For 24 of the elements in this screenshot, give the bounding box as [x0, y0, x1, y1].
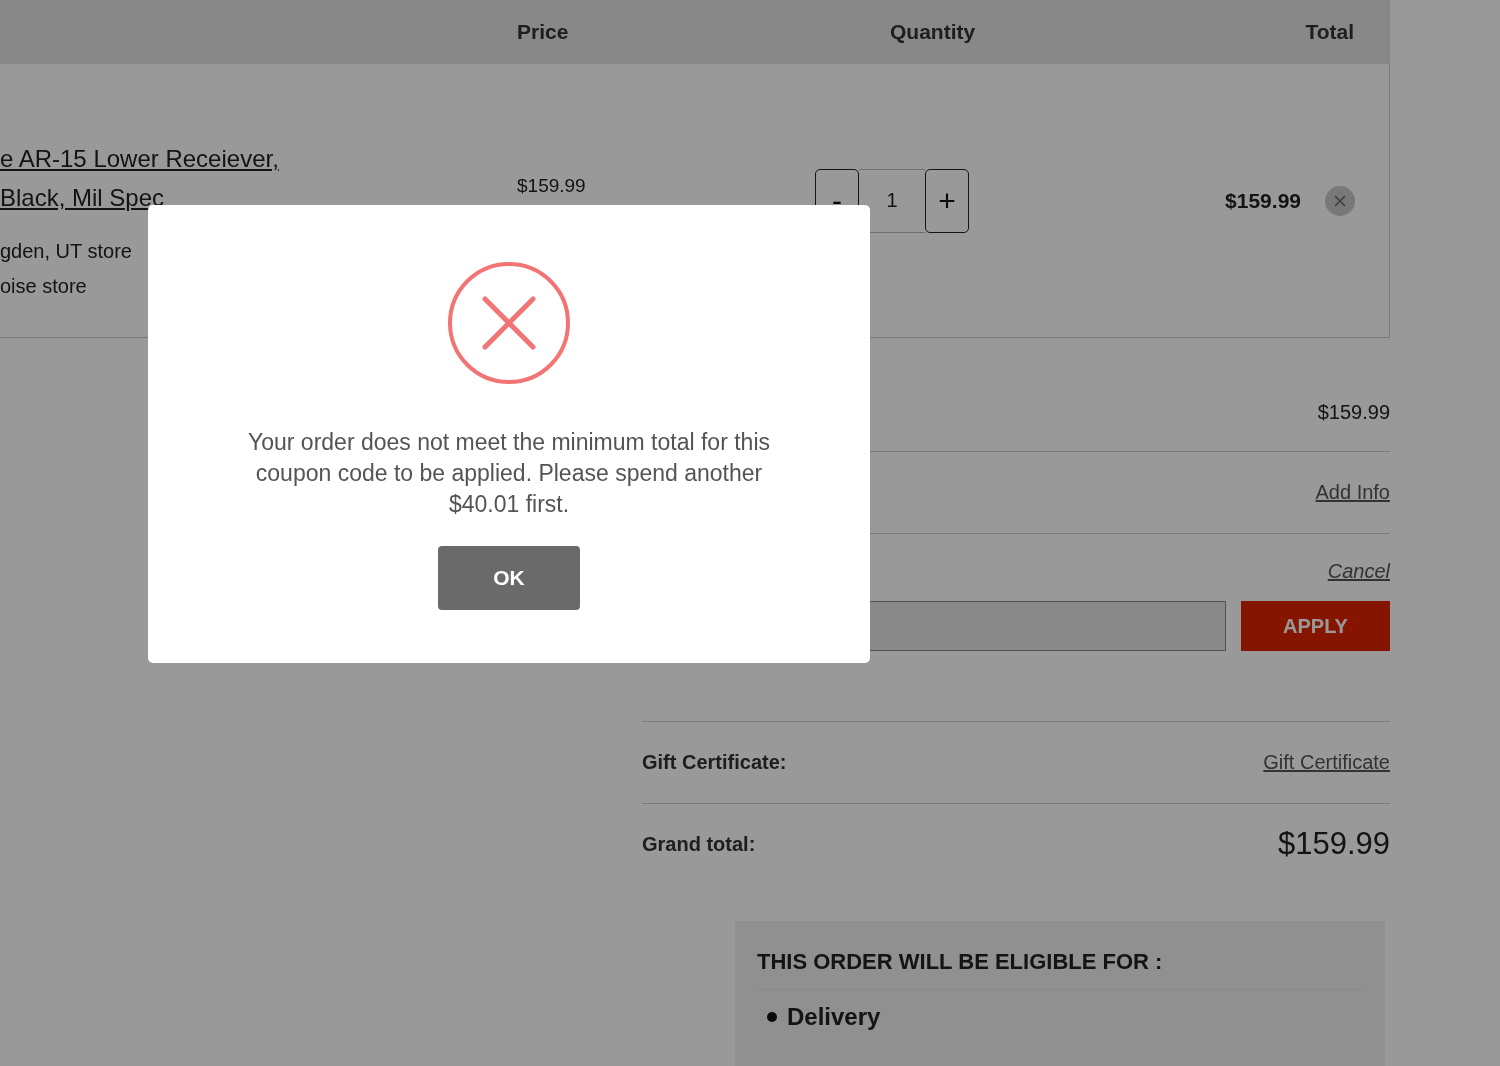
gift-certificate-link[interactable]: Gift Certificate: [1263, 751, 1390, 774]
store-text: gden, UT store: [0, 240, 133, 263]
eligibility-title: THIS ORDER WILL BE ELIGIBLE FOR :: [757, 949, 1164, 975]
apply-button[interactable]: APPLY: [1241, 601, 1390, 651]
column-header: Price: [516, 20, 570, 44]
column-header: Quantity: [889, 20, 977, 44]
grand-total-label: Grand total:: [642, 832, 756, 856]
cancel-link[interactable]: Cancel: [1327, 560, 1390, 583]
product-link[interactable]: e AR-15 Lower Receiever,: [0, 139, 505, 178]
bullet-icon: [767, 1012, 777, 1022]
price-text: $159.99: [517, 174, 586, 196]
gift-certificate-label: Gift Certificate:: [642, 751, 787, 774]
option-text: Delivery: [787, 1003, 881, 1031]
dialog-message: Your order does not meet the minimum total for this coupon code to be applied. Please spend another $40.01 first.: [247, 428, 771, 519]
remove-icon[interactable]: [1325, 185, 1355, 216]
add-info-link[interactable]: Add Info: [1315, 481, 1390, 504]
subtotal-value: $159.99: [1317, 400, 1390, 424]
grand-total-value: $159.99: [1277, 826, 1390, 862]
column-header: Total: [1304, 20, 1355, 44]
ok-button[interactable]: OK: [438, 546, 580, 610]
total-text: $159.99: [1225, 188, 1301, 213]
increment-button[interactable]: +: [925, 168, 969, 233]
error-icon: [447, 261, 571, 385]
store-text: oise store: [0, 275, 88, 298]
